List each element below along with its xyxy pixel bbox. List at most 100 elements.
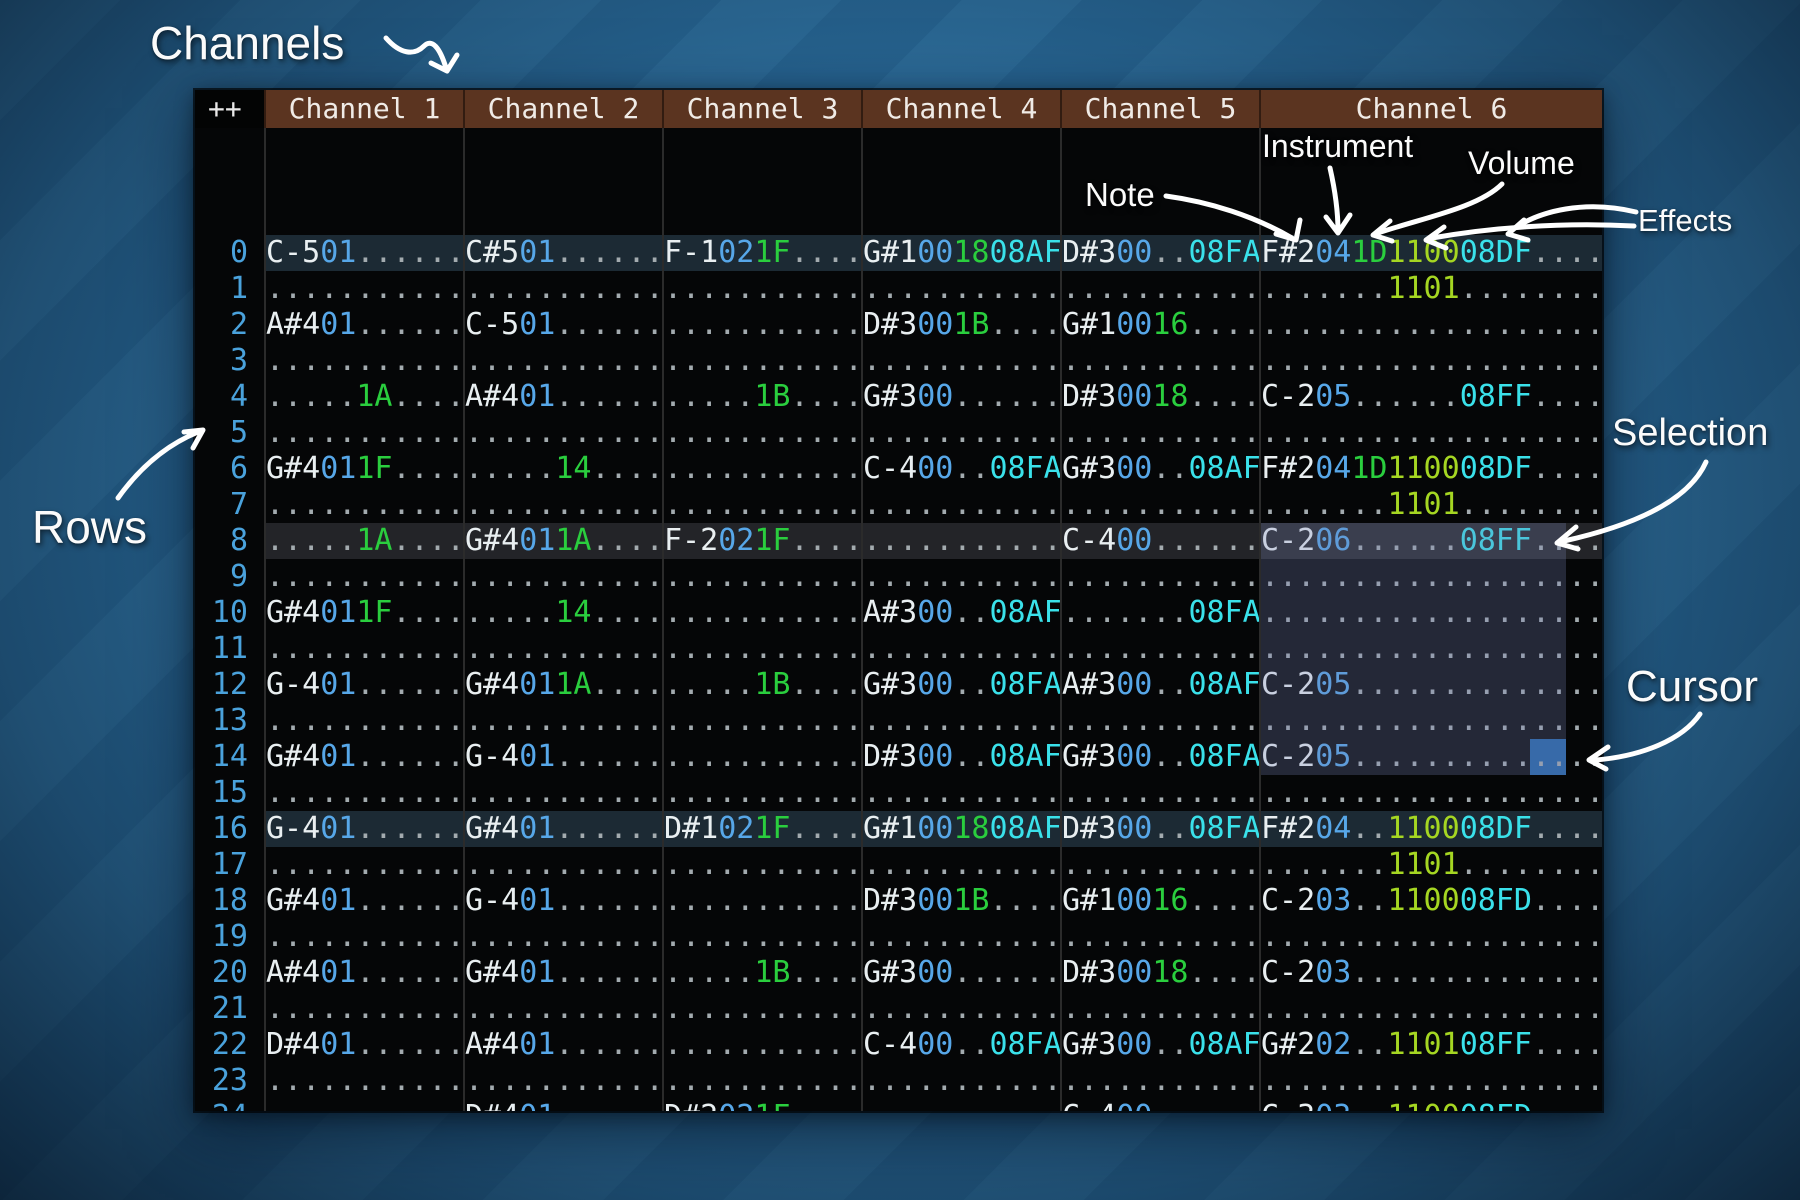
pattern-cell[interactable]: ...........: [463, 919, 662, 955]
note-field[interactable]: ...: [465, 847, 519, 882]
pattern-cell[interactable]: C-400......: [1060, 1099, 1259, 1111]
volume-field[interactable]: 1A: [356, 379, 392, 414]
volume-field[interactable]: ..: [1152, 451, 1188, 486]
instrument-field[interactable]: ..: [917, 487, 953, 522]
pattern-row[interactable]: 2A#401......C-501.................D#3001…: [195, 307, 1602, 343]
note-field[interactable]: ...: [465, 343, 519, 378]
effect-field[interactable]: ....: [790, 883, 862, 918]
instrument-field[interactable]: ..: [917, 1099, 953, 1111]
note-field[interactable]: G#3: [863, 667, 917, 702]
effect-field[interactable]: ....: [1188, 379, 1260, 414]
pattern-cell[interactable]: F#204..110008DF....: [1259, 811, 1602, 847]
note-field[interactable]: ...: [1261, 1063, 1315, 1098]
volume-field[interactable]: ..: [1152, 1027, 1188, 1062]
effect-field[interactable]: ....: [591, 847, 663, 882]
instrument-field[interactable]: 01: [320, 235, 356, 270]
instrument-field[interactable]: 00: [1116, 667, 1152, 702]
pattern-cell[interactable]: ...........: [1060, 775, 1259, 811]
effect-field[interactable]: ....: [591, 379, 663, 414]
volume-field[interactable]: ..: [754, 451, 790, 486]
volume-field[interactable]: ..: [1351, 343, 1387, 378]
effect-field[interactable]: ....: [591, 775, 663, 810]
instrument-field[interactable]: 01: [320, 1027, 356, 1062]
instrument-field[interactable]: 00: [917, 235, 953, 270]
pattern-cell[interactable]: ...................: [1259, 919, 1602, 955]
effect-field[interactable]: ....: [989, 343, 1061, 378]
pattern-cell[interactable]: D#401......: [463, 1099, 662, 1111]
volume-field[interactable]: 1D: [1351, 451, 1387, 486]
effect-field[interactable]: ....: [392, 919, 464, 954]
volume-field[interactable]: ..: [754, 1027, 790, 1062]
effect3-field[interactable]: ....: [1532, 955, 1602, 990]
note-field[interactable]: C-4: [863, 451, 917, 486]
pattern-cell[interactable]: ...........: [861, 343, 1060, 379]
effect-field[interactable]: 08FA: [1188, 595, 1260, 630]
volume-field[interactable]: ..: [356, 415, 392, 450]
pattern-cell[interactable]: .....14....: [463, 451, 662, 487]
pattern-cell[interactable]: ...........: [1060, 1063, 1259, 1099]
volume-field[interactable]: ..: [953, 1099, 989, 1111]
volume-field[interactable]: ..: [1351, 1099, 1387, 1111]
effect-field[interactable]: ....: [989, 415, 1061, 450]
note-field[interactable]: ...: [664, 487, 718, 522]
volume-field[interactable]: ..: [953, 1027, 989, 1062]
note-field[interactable]: ...: [465, 271, 519, 306]
effect3-field[interactable]: ....: [1532, 991, 1602, 1026]
effect-field[interactable]: ....: [392, 1099, 464, 1111]
pattern-cell[interactable]: G#401......: [264, 739, 463, 775]
instrument-field[interactable]: ..: [519, 847, 555, 882]
note-field[interactable]: ...: [266, 523, 320, 558]
effect-field[interactable]: 1100: [1387, 451, 1459, 486]
instrument-field[interactable]: 02: [1315, 1027, 1351, 1062]
effect-field[interactable]: ....: [1188, 883, 1260, 918]
instrument-field[interactable]: 00: [1116, 883, 1152, 918]
volume-field[interactable]: 18: [953, 235, 989, 270]
pattern-cell[interactable]: ...........: [662, 559, 861, 595]
pattern-cell[interactable]: ...........: [861, 523, 1060, 559]
effect-field[interactable]: ....: [790, 235, 862, 270]
instrument-field[interactable]: ..: [1116, 343, 1152, 378]
note-field[interactable]: ...: [266, 559, 320, 594]
note-field[interactable]: ...: [664, 739, 718, 774]
instrument-field[interactable]: ..: [519, 451, 555, 486]
instrument-field[interactable]: ..: [917, 559, 953, 594]
instrument-field[interactable]: 00: [1116, 1099, 1152, 1111]
instrument-field[interactable]: ..: [519, 631, 555, 666]
instrument-field[interactable]: 01: [320, 739, 356, 774]
pattern-cell[interactable]: ...........: [662, 343, 861, 379]
pattern-cell[interactable]: ...................: [1259, 775, 1602, 811]
note-field[interactable]: C-4: [863, 1027, 917, 1062]
instrument-field[interactable]: ..: [1315, 343, 1351, 378]
volume-field[interactable]: ..: [1351, 415, 1387, 450]
effect-field[interactable]: ....: [790, 991, 862, 1026]
effect-field[interactable]: 08AF: [1188, 1027, 1260, 1062]
pattern-cell[interactable]: ...........: [264, 775, 463, 811]
instrument-field[interactable]: ..: [320, 559, 356, 594]
instrument-field[interactable]: 01: [320, 883, 356, 918]
note-field[interactable]: ...: [266, 343, 320, 378]
instrument-field[interactable]: ..: [718, 919, 754, 954]
effect3-field[interactable]: ....: [1532, 1099, 1602, 1111]
note-field[interactable]: D#3: [863, 307, 917, 342]
volume-field[interactable]: ..: [1351, 883, 1387, 918]
note-field[interactable]: ...: [1062, 1063, 1116, 1098]
instrument-field[interactable]: ..: [718, 379, 754, 414]
note-field[interactable]: ...: [1062, 343, 1116, 378]
effect-field[interactable]: ....: [392, 991, 464, 1026]
note-field[interactable]: ...: [664, 343, 718, 378]
effect-field[interactable]: ....: [591, 1063, 663, 1098]
effect-field[interactable]: ....: [790, 451, 862, 486]
effect-field[interactable]: ....: [591, 595, 663, 630]
effect-field[interactable]: ....: [1387, 307, 1459, 342]
pattern-cell[interactable]: ...........: [662, 307, 861, 343]
effect-field[interactable]: ....: [1387, 775, 1459, 810]
instrument-field[interactable]: ..: [718, 847, 754, 882]
instrument-field[interactable]: ..: [718, 343, 754, 378]
instrument-field[interactable]: 00: [917, 307, 953, 342]
effect-field[interactable]: ....: [790, 415, 862, 450]
volume-field[interactable]: ..: [953, 451, 989, 486]
effect2-field[interactable]: ....: [1460, 343, 1532, 378]
effect-field[interactable]: ....: [1188, 703, 1260, 738]
pattern-cell[interactable]: ...........: [463, 631, 662, 667]
effect-field[interactable]: ....: [790, 1099, 862, 1111]
